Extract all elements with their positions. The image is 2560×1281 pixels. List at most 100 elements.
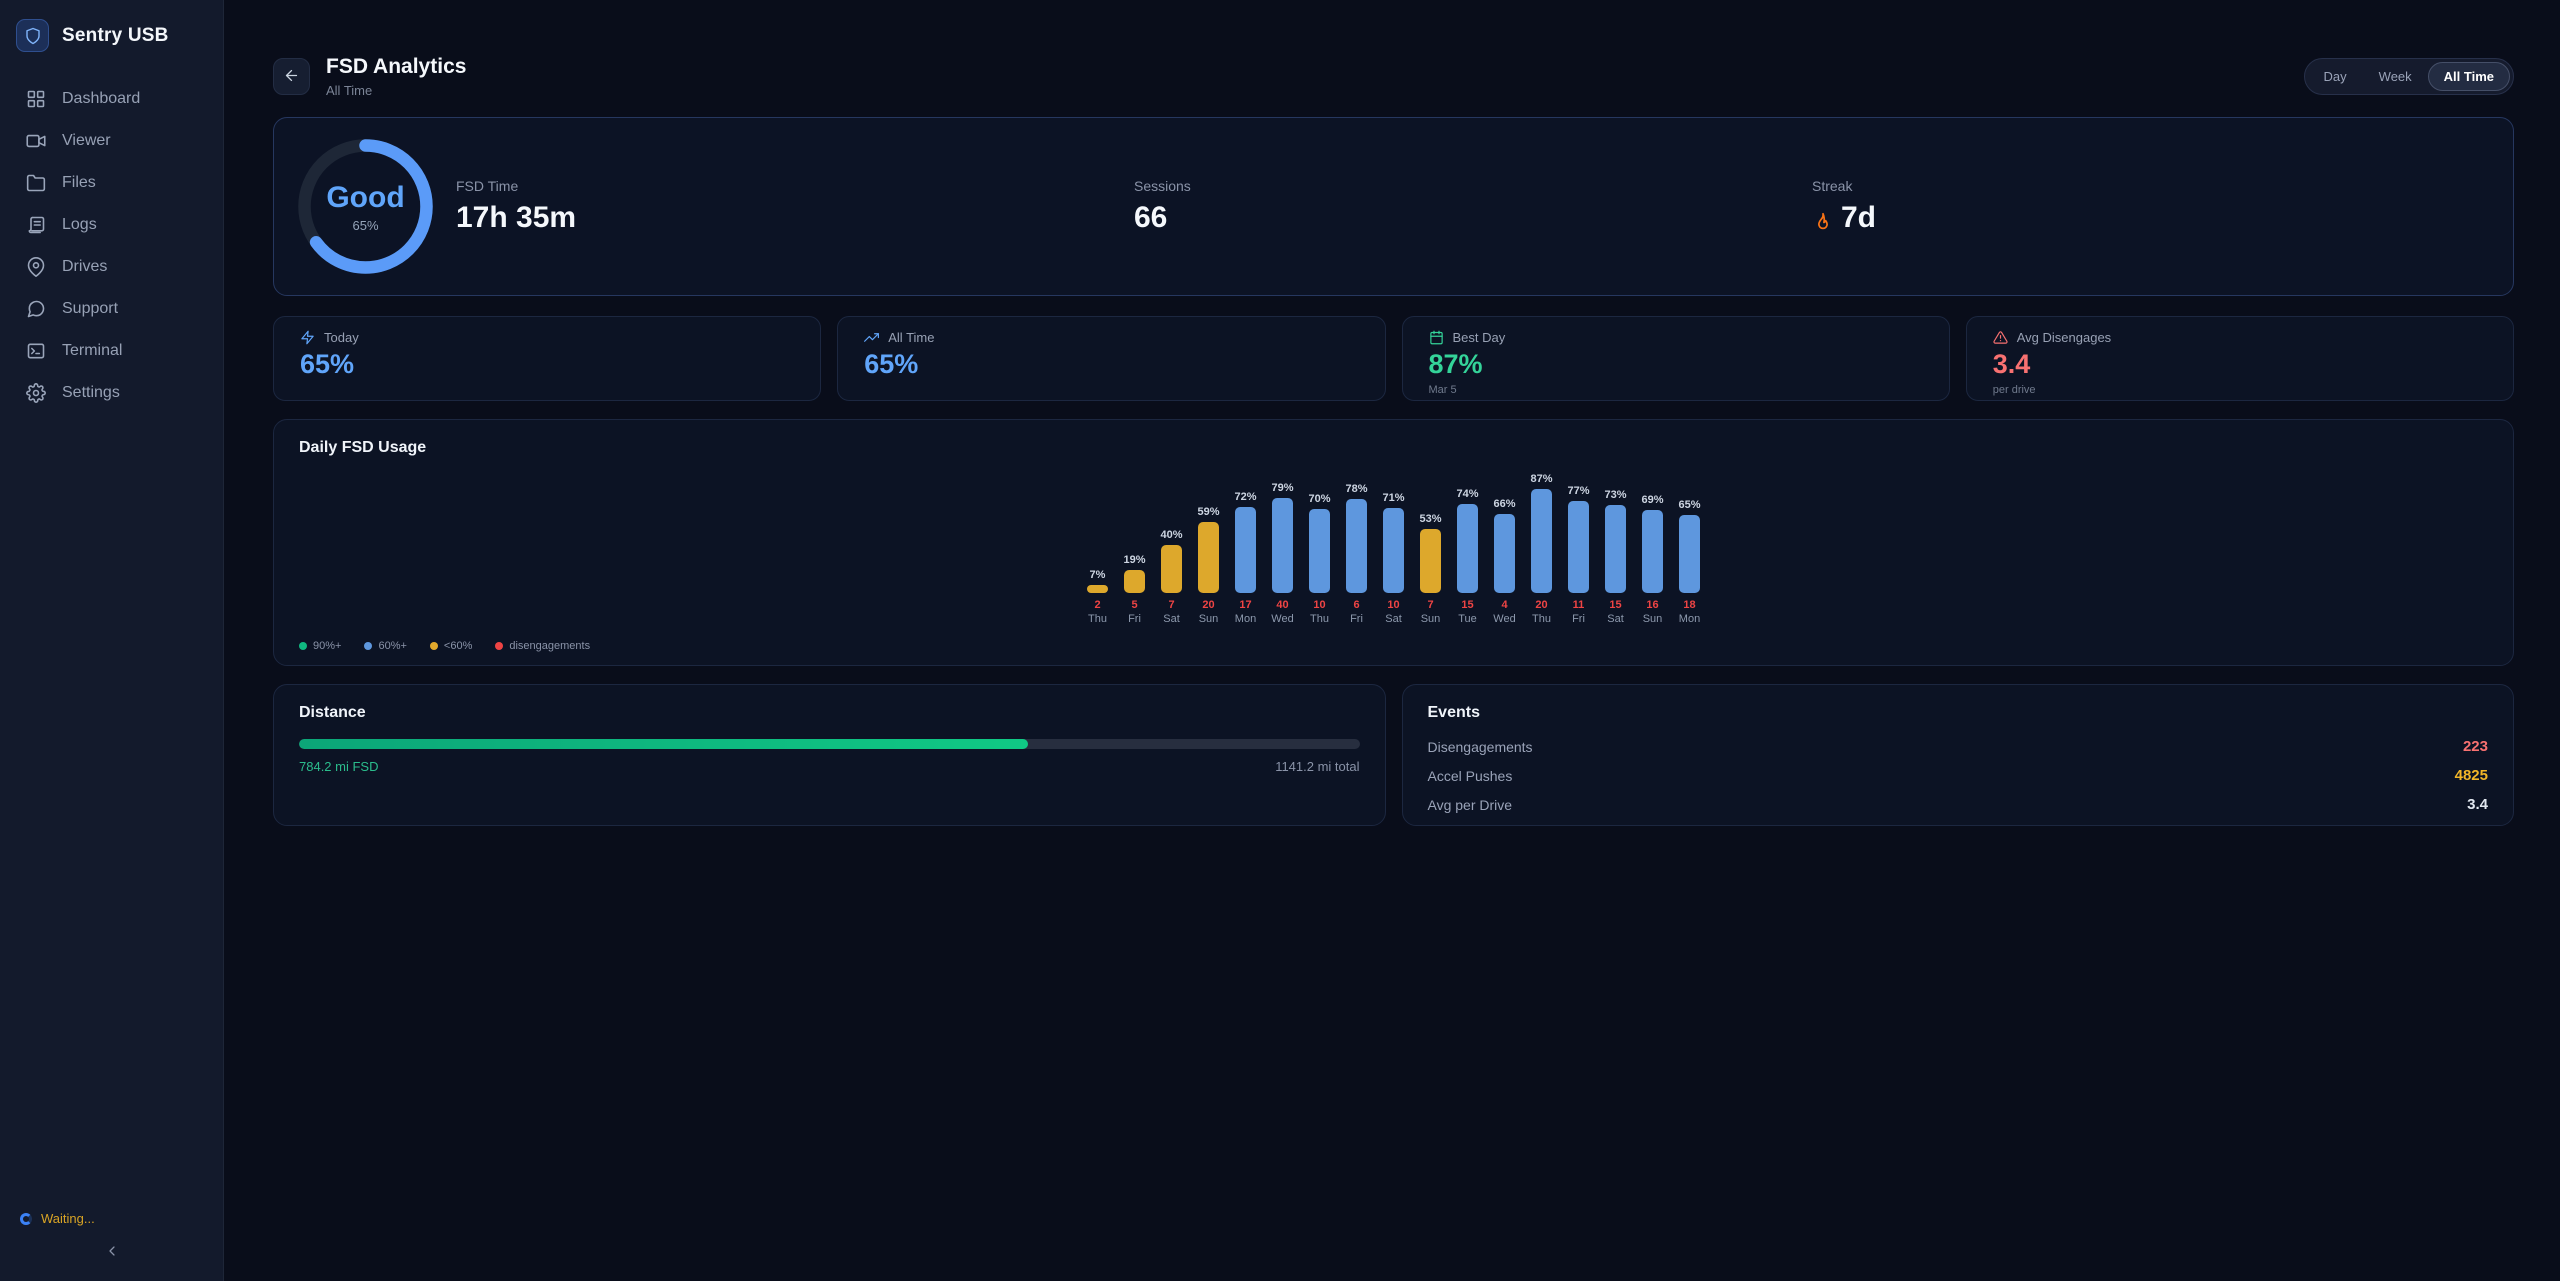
bar-column: 71% 10 Sat — [1382, 492, 1404, 625]
bar — [1161, 545, 1182, 593]
bar-day-label: Thu — [1088, 613, 1107, 625]
sidebar-collapse-button[interactable] — [0, 1234, 223, 1271]
bar-disengagement-count: 20 — [1535, 599, 1548, 611]
hero-stat-label: Streak — [1812, 178, 1853, 194]
bar-disengagement-count: 6 — [1353, 599, 1360, 611]
bar-day-label: Mon — [1678, 613, 1701, 625]
legend-item-60-: 60%+ — [364, 640, 407, 652]
legend-item--60-: <60% — [429, 640, 472, 652]
event-value: 3.4 — [2467, 796, 2488, 813]
stat-card-value: 87% — [1428, 349, 1483, 379]
distance-card: Distance 784.2 mi FSD 1141.2 mi total — [273, 684, 1386, 826]
range-toggle: Day Week All Time — [2303, 58, 2514, 95]
hero-stat-label: Sessions — [1134, 178, 1191, 194]
stat-card-all-time: All Time 65% — [837, 316, 1386, 401]
calendar-icon — [1429, 330, 1444, 345]
bar — [1272, 498, 1293, 593]
legend-dot — [429, 642, 438, 650]
stat-card-header: Avg Disengages — [1993, 330, 2487, 345]
distance-title: Distance — [299, 704, 366, 721]
bar-disengagement-count: 11 — [1572, 599, 1585, 611]
sidebar-nav: Dashboard Viewer Files Logs Drives Support Ter… — [0, 78, 223, 414]
hero-stat-value: 17h 35m — [456, 201, 577, 234]
sidebar-item-label: Settings — [62, 384, 120, 401]
loader-icon — [20, 1212, 32, 1225]
bar-value-label: 40% — [1160, 529, 1183, 541]
bar-day-label: Fri — [1572, 613, 1585, 625]
arrow-left-icon — [283, 67, 300, 87]
bar-column: 77% 11 Fri — [1567, 485, 1589, 625]
main-content: FSD Analytics All Time Day Week All Time G… — [224, 0, 2560, 1281]
bar — [1346, 499, 1367, 593]
bar-value-label: 70% — [1308, 493, 1331, 505]
stat-card-best-day: Best Day 87% Mar 5 — [1401, 316, 1950, 401]
bar — [1420, 529, 1441, 593]
bar-disengagement-count: 15 — [1609, 599, 1622, 611]
warning-icon — [1993, 330, 2008, 345]
bar-value-label: 59% — [1197, 506, 1220, 519]
daily-usage-chart-card: Daily FSD Usage 7% 2 Thu 19% 5 Fri 40% 7 Sat 59% 2… — [273, 419, 2514, 666]
bar-column: 40% 7 Sat — [1160, 529, 1183, 625]
event-row-disengagements: Disengagements 223 — [1428, 732, 2489, 761]
bar-day-label: Wed — [1493, 613, 1516, 625]
bar-column: 69% 16 Sun — [1641, 494, 1664, 625]
sidebar-bottom: Waiting... — [0, 1203, 223, 1281]
bar — [1605, 505, 1626, 593]
page-title: FSD Analytics — [326, 55, 467, 78]
bar-day-label: Mon — [1234, 613, 1257, 625]
bar-disengagement-count: 40 — [1276, 599, 1289, 611]
stat-card-value: 3.4 — [1992, 349, 2031, 379]
bar — [1642, 510, 1663, 593]
range-day[interactable]: Day — [2308, 62, 2363, 91]
sidebar-item-label: Support — [62, 300, 119, 317]
bar-column: 70% 10 Thu — [1308, 493, 1331, 625]
bar-value-label: 73% — [1604, 489, 1627, 502]
bolt-icon — [300, 330, 315, 345]
dashboard-icon — [26, 89, 46, 109]
sidebar-item-support[interactable]: Support — [0, 288, 223, 330]
bar — [1568, 500, 1589, 593]
legend-dot — [364, 642, 373, 650]
bar — [1235, 506, 1256, 593]
sidebar-item-dashboard[interactable]: Dashboard — [0, 78, 223, 120]
sidebar-item-viewer[interactable]: Viewer — [0, 120, 223, 162]
legend-dot — [299, 642, 307, 650]
bar-value-label: 7% — [1089, 568, 1106, 581]
event-value: 4825 — [2454, 767, 2488, 784]
stat-card-value: 65% — [300, 349, 355, 379]
range-week[interactable]: Week — [2363, 62, 2428, 91]
events-card: Events Disengagements 223 Accel Pushes 4825… — [1401, 684, 2514, 826]
sidebar-item-logs[interactable]: Logs — [0, 204, 223, 246]
stat-card-label: Best Day — [1452, 330, 1506, 345]
bottom-row: Distance 784.2 mi FSD 1141.2 mi total Ev… — [273, 684, 2514, 826]
hero-stats: FSD Time 17h 35m Sessions 66 Streak 7d — [456, 178, 2490, 235]
hero-stat-sessions: Sessions 66 — [1134, 178, 1812, 235]
bar-disengagement-count: 16 — [1646, 599, 1659, 611]
events-rows: Disengagements 223 Accel Pushes 4825 Avg per… — [1428, 732, 2489, 819]
stat-card-label: Today — [324, 330, 359, 345]
bar-day-label: Wed — [1271, 613, 1294, 625]
bar-day-label: Sat — [1385, 613, 1402, 625]
sidebar-item-files[interactable]: Files — [0, 162, 223, 204]
stat-card-avg-disengages: Avg Disengages 3.4 per drive — [1965, 316, 2514, 401]
trend-icon — [864, 330, 880, 345]
bar-column: 66% 4 Wed — [1493, 498, 1516, 625]
hero-stat-streak: Streak 7d — [1812, 178, 2490, 235]
stat-card-sublabel: Mar 5 — [1428, 384, 1457, 396]
titles: FSD Analytics All Time — [326, 55, 466, 98]
chart-legend: 90%+ 60%+ <60% disengagements — [299, 640, 590, 652]
sidebar-item-label: Terminal — [62, 342, 123, 359]
sidebar-item-drives[interactable]: Drives — [0, 246, 223, 288]
hero-stat-label: FSD Time — [456, 178, 519, 194]
sidebar-item-label: Viewer — [62, 132, 111, 149]
stat-card-header: Best Day — [1429, 330, 1923, 345]
sidebar-item-settings[interactable]: Settings — [0, 372, 223, 414]
bar-day-label: Sun — [1198, 613, 1219, 625]
bar-value-label: 69% — [1641, 494, 1664, 507]
stat-card-today: Today 65% — [273, 316, 822, 401]
legend-label: 90%+ — [313, 640, 342, 652]
range-all-time[interactable]: All Time — [2427, 62, 2510, 91]
bar-day-label: Thu — [1532, 613, 1551, 625]
back-button[interactable] — [273, 58, 310, 95]
sidebar-item-terminal[interactable]: Terminal — [0, 330, 223, 372]
